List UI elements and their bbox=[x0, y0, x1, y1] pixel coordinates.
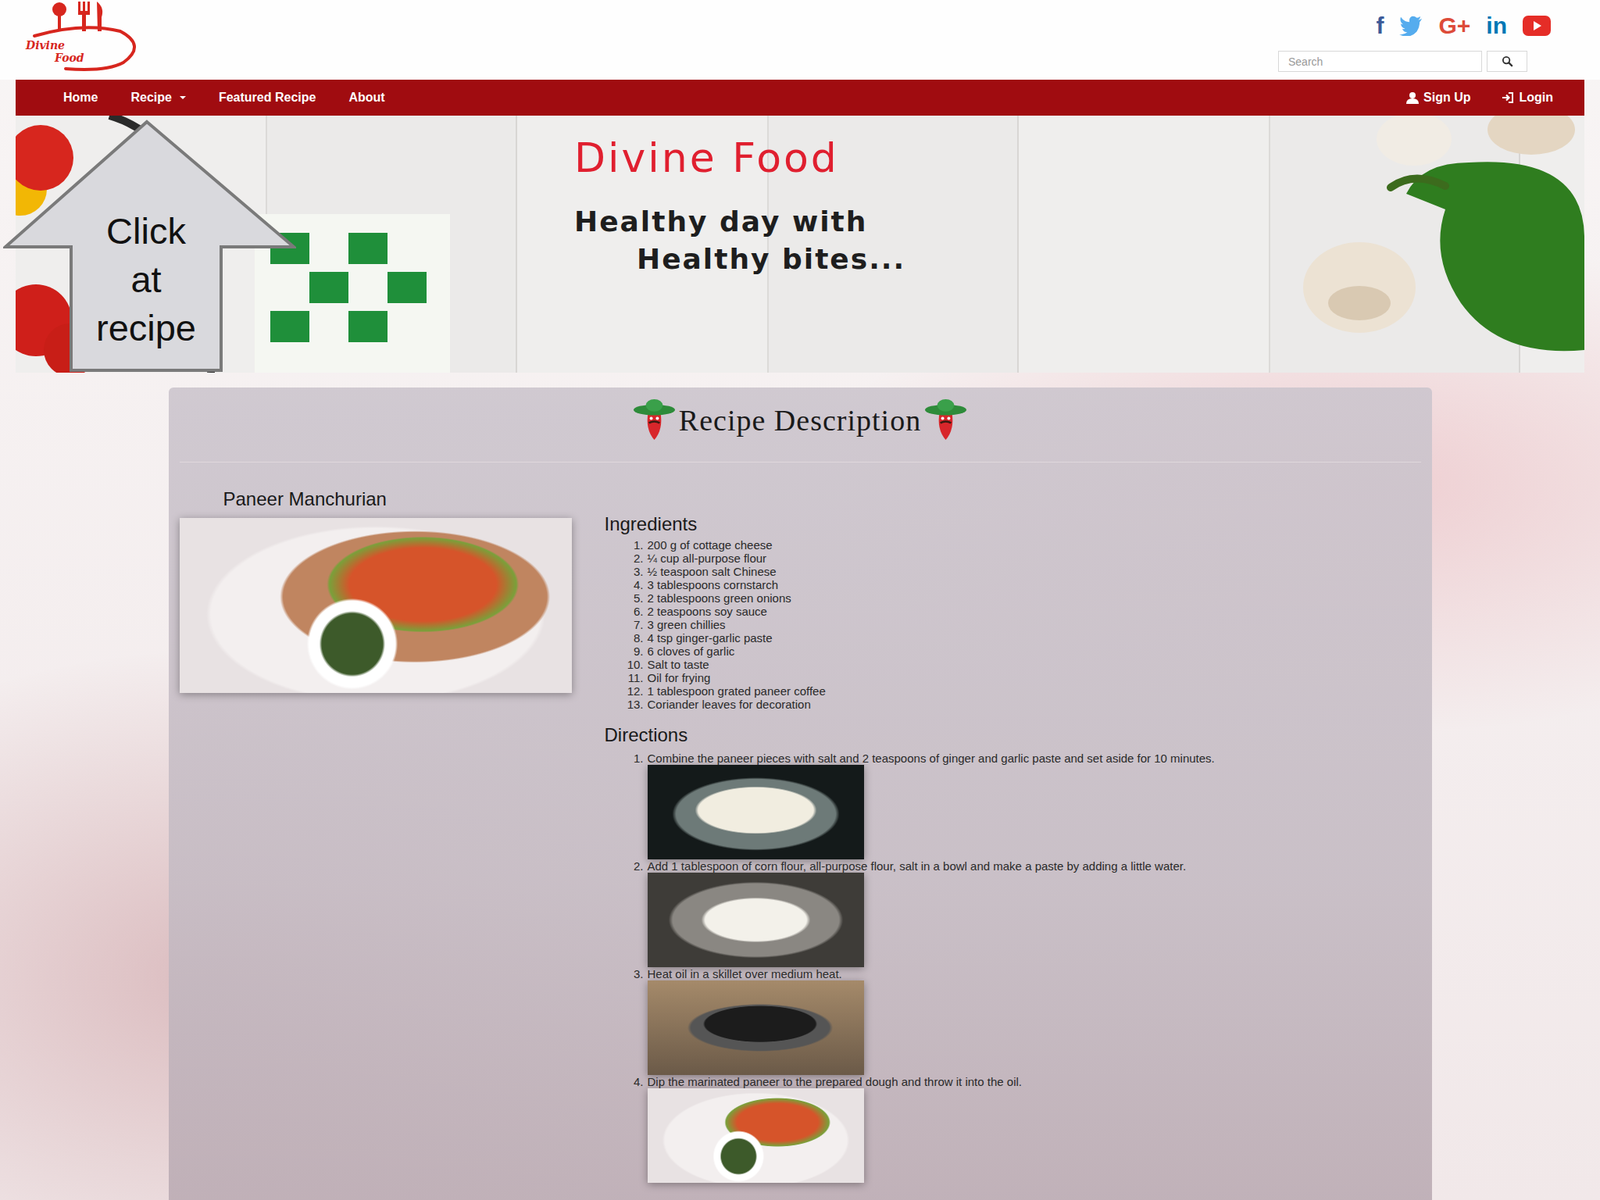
callout-text: Clickatrecipe bbox=[71, 207, 222, 353]
logo-text: Food bbox=[54, 51, 85, 65]
nav-menu: Home Recipe Featured Recipe About bbox=[63, 90, 386, 105]
recipe-photo bbox=[179, 517, 572, 693]
ingredient-item: 11.Oil for frying bbox=[623, 671, 1422, 685]
ingredient-item: 3.½ teaspoon salt Chinese bbox=[623, 564, 1422, 579]
step-photo bbox=[647, 980, 865, 1075]
ingredient-item: 12.1 tablespoon grated paneer coffee bbox=[623, 684, 1422, 698]
search-bar bbox=[1278, 50, 1528, 72]
directions-heading: Directions bbox=[604, 724, 1422, 747]
tagline: Healthy day with bbox=[574, 203, 1585, 241]
nav-item[interactable]: Featured Recipe bbox=[218, 90, 316, 105]
ingredient-item: 7.3 green chillies bbox=[623, 617, 1422, 632]
ingredient-item: 1.200 g of cottage cheese bbox=[623, 538, 1422, 552]
ingredient-item: 8.4 tsp ginger-garlic paste bbox=[623, 631, 1422, 645]
page: DivineFood f G+ in Home Recipe Featured Re… bbox=[0, 0, 1600, 1200]
youtube-play-icon[interactable] bbox=[1522, 15, 1551, 36]
twitter-bird-icon[interactable] bbox=[1399, 15, 1423, 36]
directions-list: 1.Combine the paneer pieces with salt an… bbox=[604, 751, 1422, 1183]
account-link[interactable]: Sign Up bbox=[1406, 90, 1471, 105]
banner-text: Divine Food Healthy day withHealthy bite… bbox=[15, 115, 1585, 279]
header: DivineFood f G+ in bbox=[0, 0, 1600, 80]
header-tools: f G+ in bbox=[1278, 0, 1585, 72]
magnifier-icon bbox=[1501, 55, 1514, 68]
ingredients-list: 1.200 g of cottage cheese2.¼ cup all-pur… bbox=[604, 538, 1422, 711]
step-photo bbox=[647, 872, 865, 968]
logo-text: Divine bbox=[25, 39, 65, 52]
search-button[interactable] bbox=[1486, 50, 1528, 72]
ingredient-item: 10.Salt to taste bbox=[623, 657, 1422, 672]
nav-item[interactable]: About bbox=[348, 90, 385, 105]
recipe-details: Ingredients 1.200 g of cottage cheese2.¼… bbox=[604, 488, 1422, 1183]
social-links: f G+ in bbox=[1375, 14, 1551, 38]
account-link[interactable]: Login bbox=[1501, 90, 1554, 105]
search-input[interactable] bbox=[1278, 50, 1483, 72]
step-photo bbox=[647, 764, 865, 860]
ingredient-item: 5.2 tablespoons green onions bbox=[623, 591, 1422, 605]
nav-item[interactable]: Home bbox=[63, 90, 98, 105]
chili-icon bbox=[631, 398, 678, 442]
main-content: Recipe Description Paneer Manchurian Ing… bbox=[0, 372, 1600, 1200]
logo[interactable]: DivineFood bbox=[20, 0, 138, 72]
social-link[interactable]: f bbox=[1375, 14, 1384, 38]
login-icon bbox=[1501, 91, 1515, 104]
ingredient-item: 4.3 tablespoons cornstarch bbox=[623, 578, 1422, 592]
social-link[interactable]: in bbox=[1485, 14, 1508, 38]
ingredient-item: 2.¼ cup all-purpose flour bbox=[623, 551, 1422, 565]
panel-header: Recipe Description bbox=[179, 398, 1422, 442]
panel-title: Recipe Description bbox=[678, 402, 922, 439]
chili-icon bbox=[922, 398, 969, 442]
recipe-summary: Paneer Manchurian bbox=[179, 488, 572, 1183]
tagline: Healthy bites... bbox=[574, 240, 1585, 279]
nav-item[interactable]: Recipe bbox=[130, 90, 186, 105]
nav-bar: Home Recipe Featured Recipe About Sign U… bbox=[15, 79, 1585, 116]
user-icon bbox=[1406, 91, 1419, 104]
recipe-panel: Recipe Description Paneer Manchurian Ing… bbox=[168, 387, 1433, 1200]
direction-step: 4.Dip the marinated paneer to the prepar… bbox=[623, 1075, 1422, 1183]
ingredient-item: 9.6 cloves of garlic bbox=[623, 644, 1422, 658]
ingredients-heading: Ingredients bbox=[604, 513, 1422, 536]
site-title: Divine Food bbox=[574, 134, 1585, 182]
direction-step: 2.Add 1 tablespoon of corn flour, all-pu… bbox=[623, 859, 1422, 968]
direction-step: 1.Combine the paneer pieces with salt an… bbox=[623, 751, 1422, 860]
callout-arrow: Clickatrecipe bbox=[3, 119, 297, 373]
recipe: Paneer Manchurian Ingredients 1.200 g of… bbox=[179, 488, 1422, 1183]
account-menu: Sign Up Login bbox=[1406, 90, 1554, 105]
ingredient-item: 6.2 teaspoons soy sauce bbox=[623, 604, 1422, 618]
caret-icon bbox=[179, 96, 186, 100]
direction-step: 3.Heat oil in a skillet over medium heat… bbox=[623, 967, 1422, 1075]
step-photo bbox=[647, 1088, 865, 1183]
recipe-name: Paneer Manchurian bbox=[179, 488, 572, 511]
social-link[interactable]: G+ bbox=[1438, 14, 1471, 38]
ingredient-item: 13.Coriander leaves for decoration bbox=[623, 697, 1422, 711]
divider bbox=[179, 461, 1422, 463]
